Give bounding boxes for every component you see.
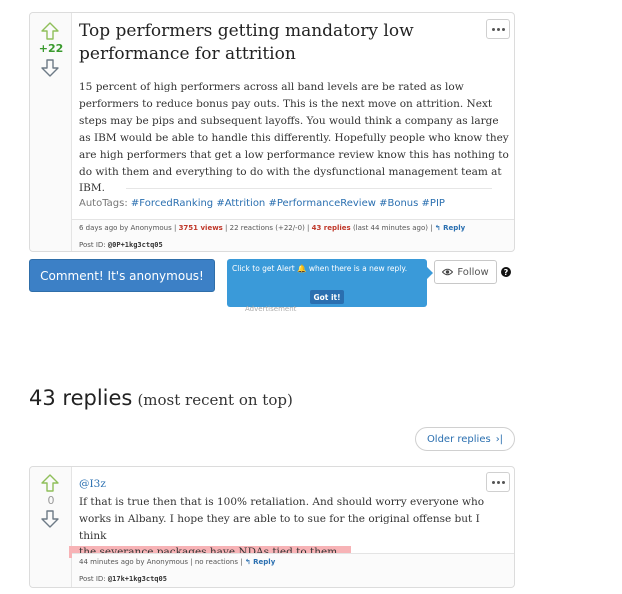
posted-info: 6 days ago by Anonymous [79, 224, 172, 232]
more-options-icon[interactable] [486, 19, 510, 39]
tag-link[interactable]: #PerformanceReview [268, 198, 375, 209]
views-count: 3751 views [178, 224, 223, 232]
advertisement-label: Advertisement [245, 305, 297, 313]
post-id-value: @17k+1kg3ctq05 [107, 575, 167, 583]
post-card: +22 Top performers getting mandatory low… [29, 12, 515, 252]
comment-button[interactable]: Comment! It's anonymous! [29, 259, 215, 292]
thumb-up-icon [41, 22, 59, 40]
replies-count-heading: 43 replies [29, 386, 133, 410]
replies-heading: 43 replies (most recent on top) [29, 386, 293, 410]
replies-order: (most recent on top) [137, 391, 293, 409]
reply-username[interactable]: @I3z [79, 478, 106, 490]
older-replies-button[interactable]: Older replies ›| [415, 427, 515, 451]
reply-arrow-icon: ↰ [244, 558, 251, 566]
alert-text-post: when there is a new reply. [308, 264, 408, 273]
eye-icon [442, 268, 454, 276]
post-id-label: Post ID: [79, 241, 106, 249]
post-id: Post ID: @0P+1kg3ctq05 [79, 241, 163, 249]
thumb-up-icon [41, 474, 59, 492]
vote-score: 0 [47, 494, 55, 507]
replies-count[interactable]: 43 replies [312, 224, 351, 232]
older-replies-label: Older replies [426, 433, 491, 445]
vote-score: +22 [38, 42, 64, 55]
posted-info: 44 minutes ago by Anonymous [79, 558, 189, 566]
reply-button[interactable]: ↰ Reply [245, 558, 275, 566]
upvote-button[interactable] [40, 473, 60, 493]
alert-text-pre: Click to get Alert [232, 264, 295, 273]
reply-card: 0 @I3z If that is true then that is 100%… [29, 466, 515, 588]
tag-link[interactable]: #Attrition [216, 198, 265, 209]
post-body: 15 percent of high performers across all… [79, 81, 509, 195]
upvote-button[interactable] [40, 21, 60, 41]
post-meta: 6 days ago by Anonymous | 3751 views | 2… [79, 224, 466, 232]
post-id-label: Post ID: [79, 575, 106, 583]
reactions-count: 22 reactions (+22/-0) [229, 224, 305, 232]
tag-link[interactable]: #PIP [422, 198, 445, 209]
follow-button[interactable]: Follow [434, 260, 497, 284]
reply-body: If that is true then that is 100% retali… [79, 494, 504, 561]
thumb-down-icon [41, 510, 59, 528]
reactions-count: no reactions [194, 558, 239, 566]
reply-line: If that is true then that is 100% retali… [79, 496, 485, 508]
reply-line: works in Albany. I hope they are able to… [79, 512, 480, 542]
alert-tooltip: Click to get Alert 🔔 when there is a new… [227, 259, 433, 307]
post-title: Top performers getting mandatory low per… [79, 21, 414, 64]
divider [126, 188, 492, 189]
post-meta-bar: 6 days ago by Anonymous | 3751 views | 2… [72, 219, 514, 251]
follow-label: Follow [457, 266, 489, 278]
reply-meta: 44 minutes ago by Anonymous | no reactio… [79, 558, 276, 566]
downvote-button[interactable] [40, 58, 60, 78]
autotags: AutoTags: #ForcedRanking #Attrition #Per… [79, 198, 445, 209]
tag-link[interactable]: #Bonus [379, 198, 418, 209]
reply-button[interactable]: ↰ Reply [435, 224, 465, 232]
reply-label: Reply [443, 224, 466, 232]
autotags-label: AutoTags: [79, 198, 128, 209]
got-it-button[interactable]: Got it! [310, 290, 344, 304]
reply-meta-bar: 44 minutes ago by Anonymous | no reactio… [72, 553, 514, 587]
help-icon[interactable]: ? [501, 267, 511, 277]
alert-text: Click to get Alert 🔔 when there is a new… [232, 264, 422, 274]
bell-icon: 🔔 [297, 264, 307, 273]
post-id-value: @0P+1kg3ctq05 [107, 241, 163, 249]
chevron-end-icon: ›| [495, 433, 504, 445]
post-id: Post ID: @17k+1kg3ctq05 [79, 575, 167, 583]
vote-column: 0 [30, 467, 72, 587]
last-reply-time: (last 44 minutes ago) [352, 224, 428, 232]
reply-arrow-icon: ↰ [434, 224, 441, 232]
vote-column: +22 [30, 13, 72, 251]
downvote-button[interactable] [40, 509, 60, 529]
tag-link[interactable]: #ForcedRanking [131, 198, 213, 209]
more-options-icon[interactable] [486, 472, 510, 492]
thumb-down-icon [41, 59, 59, 77]
reply-label: Reply [253, 558, 276, 566]
